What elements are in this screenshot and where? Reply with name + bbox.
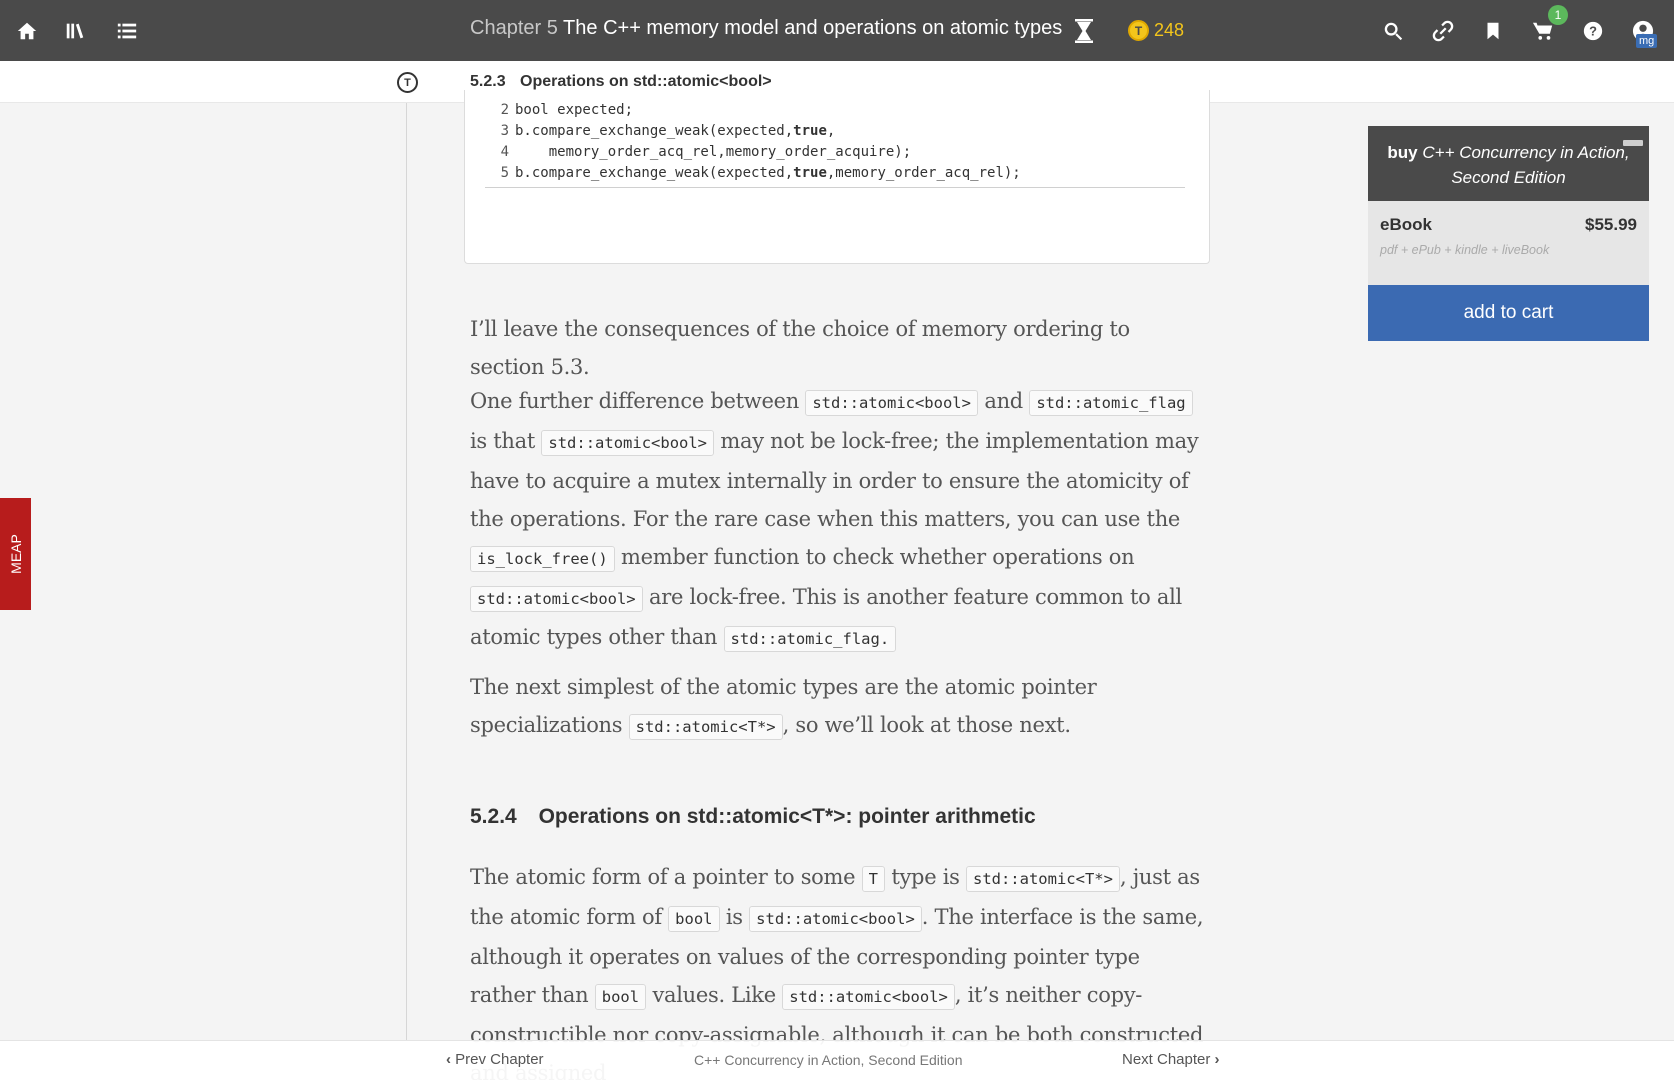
- code-text: ,: [826, 123, 836, 139]
- book-title: C++ Concurrency in Action, Second Editio…: [1422, 143, 1630, 187]
- line-number: 2: [500, 102, 509, 118]
- inline-code: std::atomic<bool>: [470, 586, 643, 612]
- toc-list-icon[interactable]: [112, 16, 142, 46]
- next-chapter-label: Next Chapter: [1122, 1051, 1211, 1068]
- hourglass-icon[interactable]: [1072, 18, 1098, 44]
- paragraph-pointer-intro: The next simplest of the atomic types ar…: [470, 668, 1210, 746]
- ebook-option[interactable]: eBook $55.99 pdf + ePub + kindle + liveB…: [1368, 201, 1649, 285]
- buy-label: buy: [1387, 143, 1418, 162]
- prev-chapter-link[interactable]: ‹ Prev Chapter: [446, 1051, 544, 1068]
- purchase-panel: buy C++ Concurrency in Action, Second Ed…: [1368, 126, 1649, 341]
- inline-code: std::atomic_flag: [1029, 390, 1193, 416]
- inline-code: T: [861, 866, 885, 892]
- footer-book-title: C++ Concurrency in Action, Second Editio…: [694, 1052, 963, 1068]
- token-coin-icon: T: [1128, 20, 1149, 41]
- user-initials-badge: mg: [1636, 34, 1658, 48]
- bookmark-icon[interactable]: [1478, 16, 1508, 46]
- inline-code: std::atomic<T*>: [965, 866, 1120, 892]
- price: $55.99: [1585, 215, 1637, 234]
- inline-code: bool: [594, 984, 647, 1010]
- chapter-name: The C++ memory model and operations on a…: [563, 17, 1063, 39]
- top-navigation-bar: Chapter 5 The C++ memory model and opera…: [0, 0, 1674, 61]
- inline-code: std::atomic<bool>: [749, 906, 922, 932]
- code-text: ,memory_order_acq_rel);: [826, 165, 1021, 181]
- chevron-left-icon: ‹: [446, 1051, 451, 1068]
- inline-code: std::atomic_flag.: [723, 626, 897, 652]
- cart-count-badge: 1: [1548, 5, 1568, 25]
- format-list: pdf + ePub + kindle + liveBook: [1380, 243, 1550, 257]
- section-heading-5-2-4: 5.2.4 Operations on std::atomic<T*>: poi…: [470, 805, 1036, 829]
- chevron-right-icon: ›: [1214, 1051, 1220, 1068]
- inline-code: is_lock_free(): [470, 546, 615, 572]
- line-number: 5: [500, 165, 509, 181]
- current-section-heading: 5.2.3 Operations on std::atomic<bool>: [470, 73, 772, 91]
- section-number: 5.2.4: [470, 805, 517, 828]
- section-title: Operations on std::atomic<bool>: [520, 73, 772, 90]
- code-text: b.compare_exchange_weak(expected,: [515, 165, 794, 181]
- paragraph-lock-free: One further difference between std::atom…: [470, 382, 1210, 658]
- next-chapter-link[interactable]: Next Chapter ›: [1122, 1051, 1220, 1068]
- footer-navigation: ‹ Prev Chapter C++ Concurrency in Action…: [0, 1040, 1674, 1080]
- library-icon[interactable]: [60, 16, 90, 46]
- section-toggle-icon[interactable]: T: [397, 72, 418, 93]
- content-left-divider: [406, 103, 407, 1040]
- add-to-cart-button[interactable]: add to cart: [1368, 285, 1649, 341]
- code-line: 2 bool expected;: [485, 100, 1185, 121]
- link-icon[interactable]: [1428, 16, 1458, 46]
- section-number: 5.2.3: [470, 73, 506, 90]
- section-title: Operations on std::atomic<T*>: pointer a…: [538, 805, 1036, 828]
- home-icon[interactable]: [12, 16, 42, 46]
- meap-side-tab[interactable]: MEAP: [0, 498, 31, 610]
- code-keyword: true: [793, 165, 827, 181]
- token-balance[interactable]: T 248: [1128, 20, 1184, 41]
- token-count: 248: [1154, 20, 1185, 40]
- line-number: 3: [500, 123, 509, 139]
- code-divider: [485, 187, 1185, 188]
- code-line: 4 memory_order_acq_rel,memory_order_acqu…: [485, 142, 1185, 163]
- code-line: 5 b.compare_exchange_weak(expected,true,m…: [485, 163, 1185, 184]
- inline-code: std::atomic<bool>: [805, 390, 978, 416]
- prev-chapter-label: Prev Chapter: [455, 1051, 544, 1068]
- help-icon[interactable]: ?: [1578, 16, 1608, 46]
- search-icon[interactable]: [1378, 16, 1408, 46]
- purchase-header: buy C++ Concurrency in Action, Second Ed…: [1368, 126, 1649, 201]
- code-line: 3 b.compare_exchange_weak(expected,true,: [485, 121, 1185, 142]
- chapter-number: Chapter 5: [470, 17, 558, 39]
- minimize-icon[interactable]: [1623, 140, 1643, 146]
- inline-code: std::atomic<T*>: [628, 714, 783, 740]
- code-lines: 2 bool expected; 3 b.compare_exchange_weak(…: [485, 100, 1185, 184]
- inline-code: bool: [668, 906, 720, 932]
- meap-label: MEAP: [7, 534, 24, 574]
- code-keyword: true: [793, 123, 827, 139]
- svg-text:?: ?: [1589, 24, 1597, 39]
- paragraph-memory-ordering: I’ll leave the consequences of the choic…: [470, 317, 1130, 379]
- line-number: 4: [500, 144, 509, 160]
- code-text: b.compare_exchange_weak(expected,: [515, 123, 794, 139]
- code-listing: 2 bool expected; 3 b.compare_exchange_weak(…: [464, 90, 1210, 264]
- code-text: bool expected;: [515, 102, 634, 118]
- inline-code: std::atomic<bool>: [541, 430, 715, 456]
- chapter-title: Chapter 5 The C++ memory model and opera…: [470, 17, 1062, 40]
- inline-code: std::atomic<bool>: [782, 984, 955, 1010]
- code-text: memory_order_acq_rel,memory_order_acquir…: [515, 144, 912, 160]
